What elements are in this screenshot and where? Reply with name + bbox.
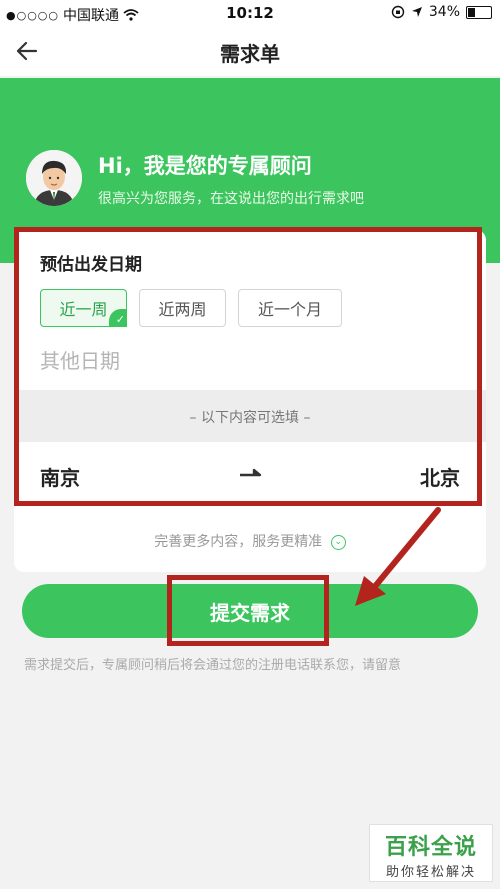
departure-date-label: 预估出发日期: [40, 255, 142, 275]
more-details-hint[interactable]: 完善更多内容，服务更精准 ⌄: [0, 531, 500, 551]
advisor-avatar: [26, 150, 82, 206]
navigation-bar: 需求单: [0, 26, 500, 76]
status-bar: ●○○○○ 中国联通 10:12 34%: [0, 0, 500, 26]
date-option-label: 近一个月: [257, 300, 322, 319]
date-option-one-week[interactable]: 近一周 ✓: [40, 289, 127, 327]
battery-percent: 34%: [428, 4, 460, 20]
route-swap-icon[interactable]: [238, 468, 262, 480]
greeting-subtitle: 很高兴为您服务，在这说出您的出行需求吧: [98, 191, 364, 207]
submit-request-label: 提交需求: [210, 600, 290, 625]
other-date-field[interactable]: 其他日期: [40, 345, 120, 374]
watermark-title: 百科全说: [384, 835, 477, 860]
page-title: 需求单: [220, 42, 280, 66]
selected-check-icon: ✓: [109, 309, 127, 327]
date-option-one-month[interactable]: 近一个月: [238, 289, 342, 327]
battery-icon: [466, 5, 492, 19]
departure-city[interactable]: 南京: [40, 462, 80, 491]
submit-request-button[interactable]: 提交需求: [22, 584, 478, 638]
watermark-logo: 百科全说 助你轻松解决: [369, 824, 493, 882]
more-details-label: 完善更多内容，服务更精准: [154, 534, 323, 550]
date-option-two-weeks[interactable]: 近两周: [139, 289, 226, 327]
date-option-label: 近一周: [59, 300, 108, 319]
date-option-label: 近两周: [158, 300, 207, 319]
status-right: 34%: [391, 4, 492, 20]
orientation-lock-icon: [391, 5, 405, 19]
chevron-down-circle-icon: ⌄: [330, 534, 346, 550]
location-arrow-icon: [411, 7, 422, 17]
destination-city[interactable]: 北京: [420, 462, 460, 491]
watermark-subtitle: 助你轻松解决: [385, 865, 476, 880]
optional-section-label: – 以下内容可选填 –: [189, 410, 311, 426]
submit-notice: 需求提交后，专属顾问稍后将会通过您的注册电话联系您，请留意: [24, 658, 402, 673]
greeting-title: Hi，我是您的专属顾问: [98, 154, 312, 178]
advisor-avatar-icon: [26, 150, 82, 206]
